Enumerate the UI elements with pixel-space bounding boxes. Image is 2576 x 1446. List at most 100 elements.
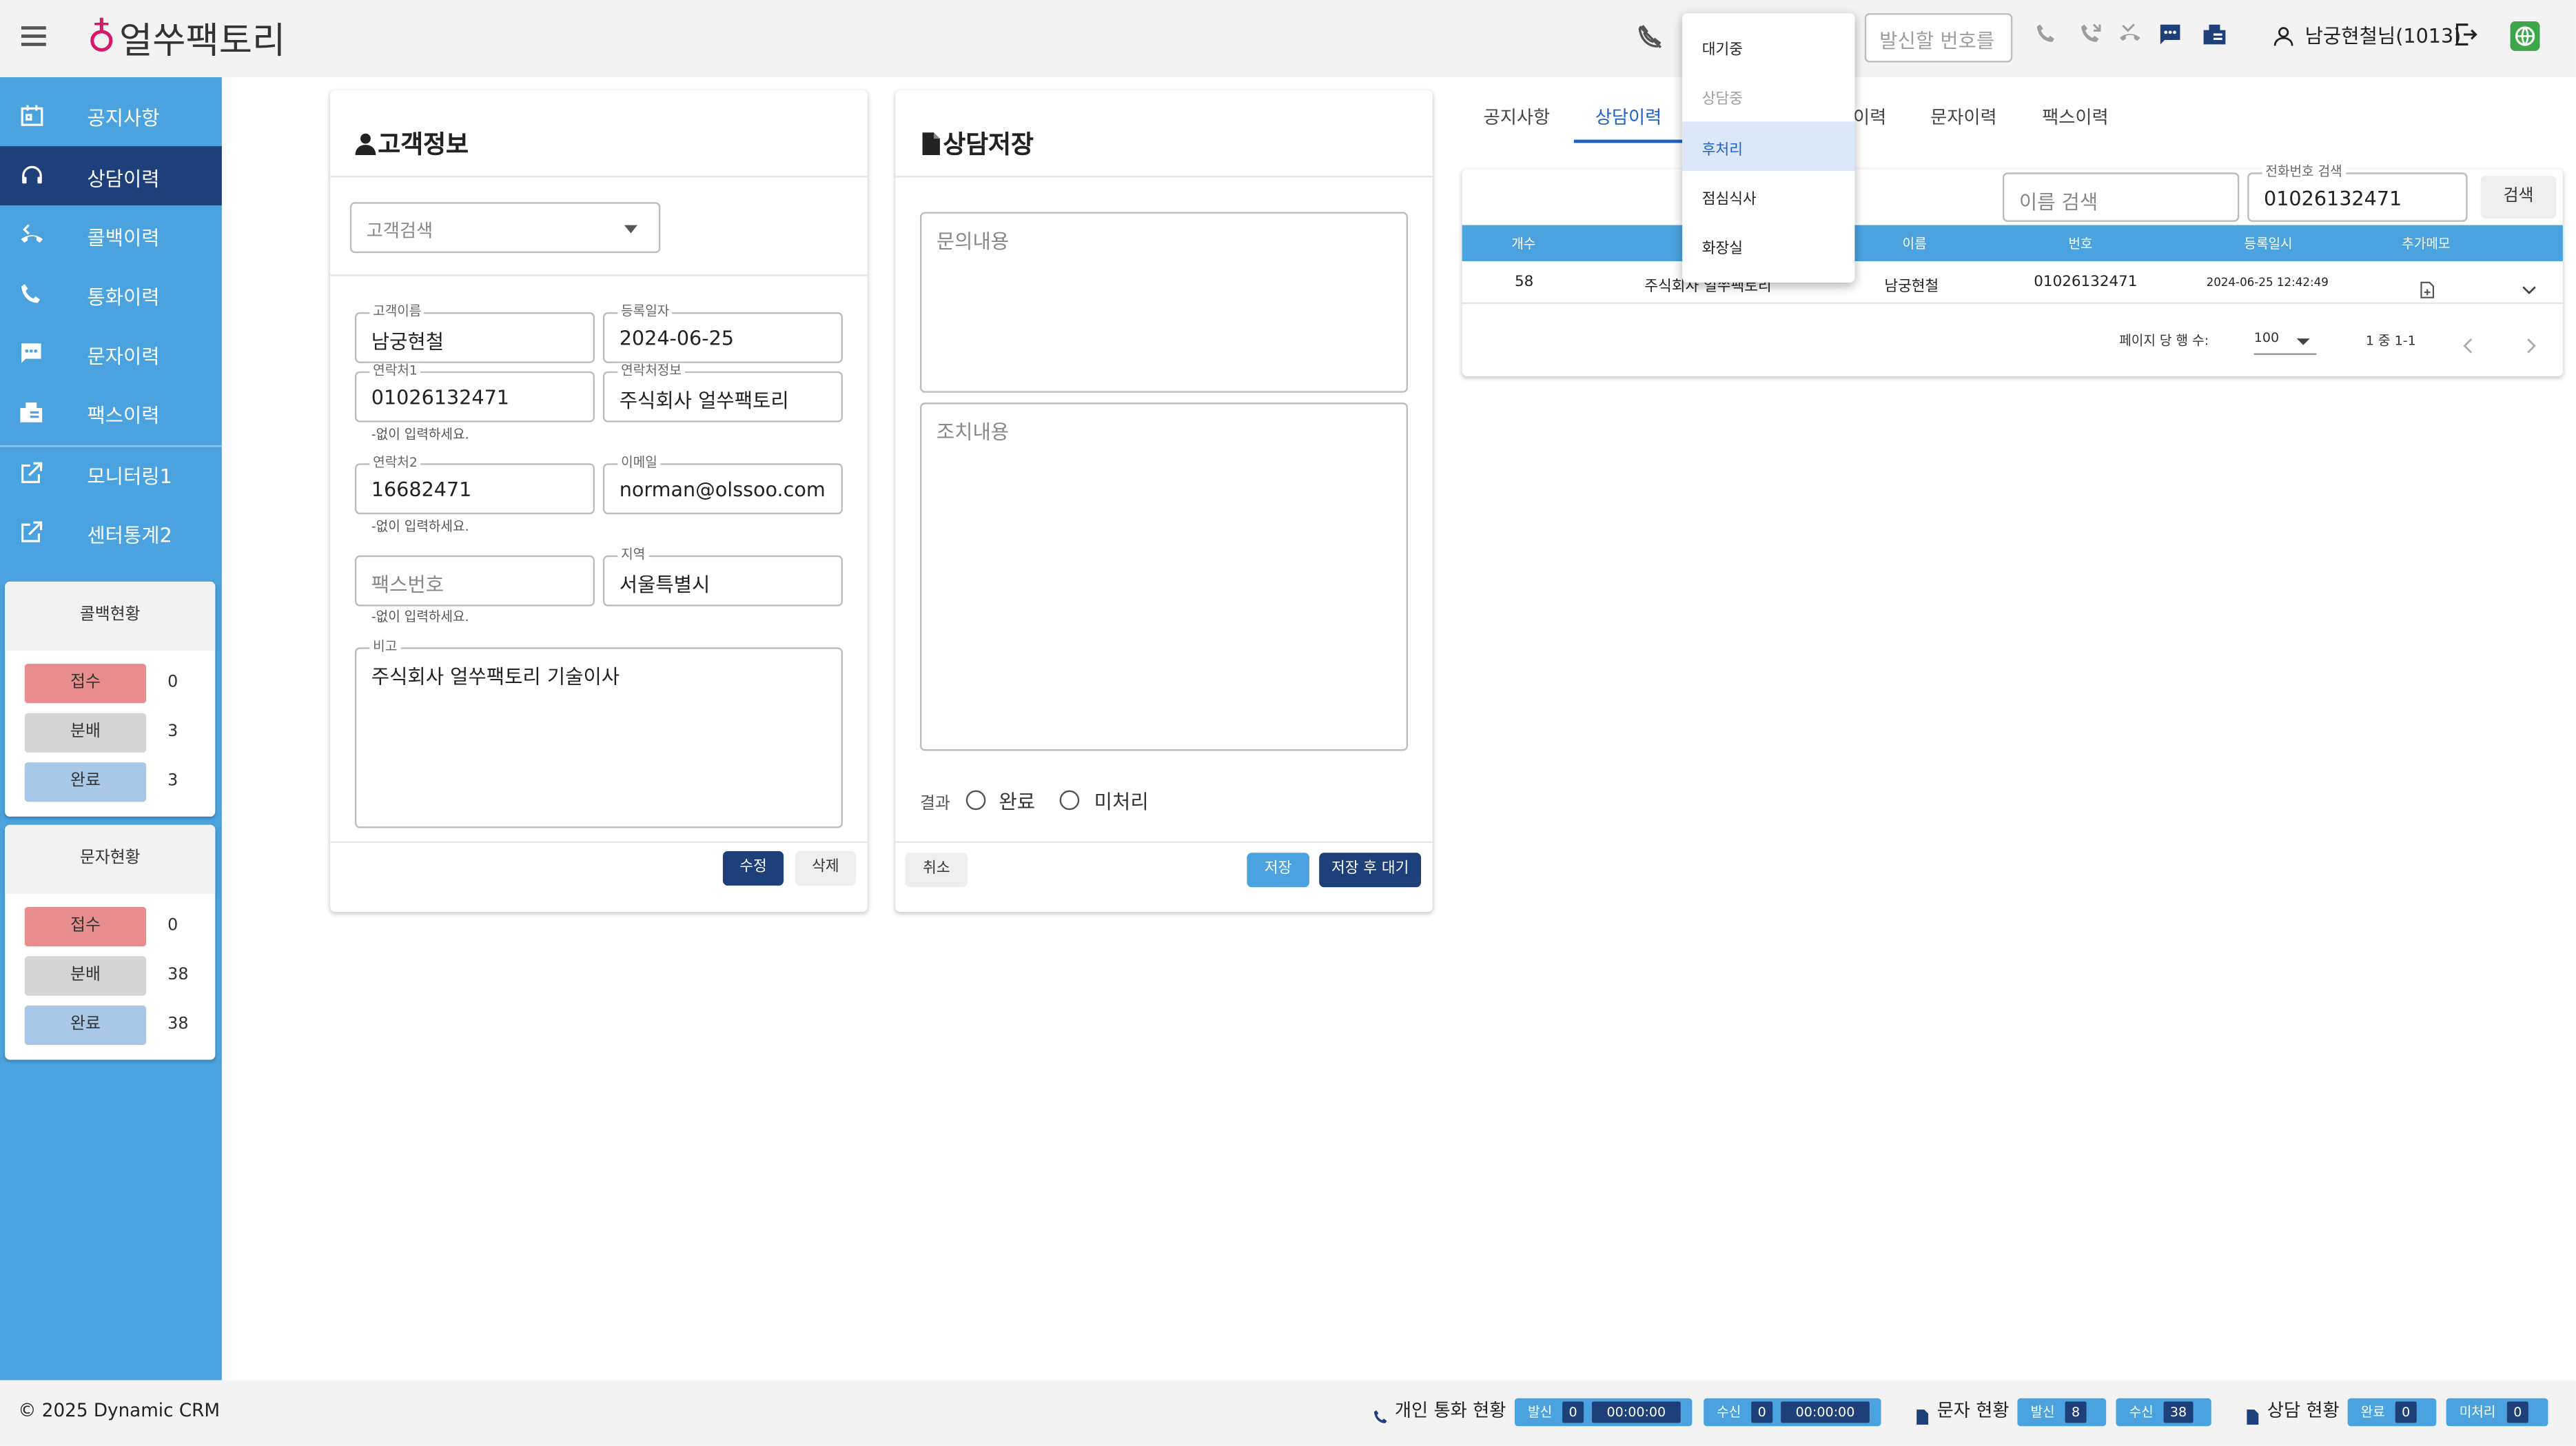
status-dropdown-menu: 대기중 상담중 후처리 점심식사 화장실	[1682, 13, 1855, 283]
callback-row-distributed: 분배 3	[24, 713, 205, 753]
column-header[interactable]: 개수	[1511, 235, 1535, 253]
result-pending-label[interactable]: 미처리	[1094, 787, 1149, 815]
phone-icon	[18, 281, 48, 307]
next-page-icon[interactable]	[2522, 330, 2539, 361]
sms-status-panel: 문자현황 접수 0 분배 38 완료 38	[5, 824, 216, 1060]
fax-icon[interactable]	[2201, 21, 2227, 54]
sidebar-item-fax-history[interactable]: 팩스이력	[0, 383, 222, 442]
chip-count: 0	[2395, 1401, 2417, 1423]
helper-text: -없이 입력하세요.	[371, 427, 469, 442]
field-label: 지역	[617, 547, 649, 564]
note-field[interactable]: 비고 주식회사 얼쑤팩토리 기술이사	[354, 639, 843, 828]
chip-count: 0	[2506, 1401, 2528, 1423]
name-field[interactable]: 고객이름 남궁현철	[354, 304, 595, 363]
sidebar-item-label: 상담이력	[87, 167, 160, 191]
status-badge[interactable]: 완료	[24, 762, 147, 802]
prev-page-icon[interactable]	[2460, 330, 2477, 361]
page-title: 상담저장	[943, 130, 1034, 160]
result-done-label[interactable]: 완료	[999, 787, 1035, 815]
menu-item-after-work[interactable]: 후처리	[1682, 121, 1855, 171]
save-button[interactable]: 저장	[1247, 853, 1309, 888]
result-pending-radio[interactable]	[1059, 790, 1080, 811]
rows-per-page-label: 페이지 당 행 수:	[2119, 333, 2209, 349]
status-badge[interactable]: 분배	[24, 956, 147, 996]
logout-icon[interactable]	[2453, 21, 2479, 54]
rows-per-page-select[interactable]: 100	[2253, 330, 2317, 355]
web-icon[interactable]	[2510, 21, 2540, 51]
sidebar-item-notice[interactable]: 공지사항	[0, 85, 222, 145]
name-search-input[interactable]: 이름 검색	[2002, 172, 2240, 222]
save-and-wait-button[interactable]: 저장 후 대기	[1319, 853, 1422, 888]
field-placeholder: 조치내용	[936, 420, 1010, 444]
tab-consult-history[interactable]: 상담이력	[1595, 103, 1662, 130]
chip-label: 미처리	[2459, 1405, 2496, 1420]
field-value: 16682471	[371, 478, 472, 502]
menu-icon[interactable]	[21, 26, 46, 48]
search-button[interactable]: 검색	[2480, 176, 2557, 219]
callback-status-panel: 콜백현황 접수 0 분배 3 완료 3	[5, 581, 216, 817]
cell-name: 남궁현철	[1884, 279, 1939, 296]
tab-sms-history[interactable]: 문자이력	[1930, 103, 1997, 130]
column-header[interactable]: 추가메모	[2402, 235, 2450, 253]
status-count: 0	[167, 917, 178, 935]
tab-history-partial[interactable]: 이력	[1853, 103, 1886, 130]
add-note-icon[interactable]	[2418, 274, 2436, 305]
field-value: norman@olssoo.com	[619, 478, 826, 502]
sidebar-item-label: 콜백이력	[87, 226, 160, 250]
phone-missed-icon[interactable]	[2118, 21, 2143, 52]
phone-icon[interactable]	[2034, 21, 2058, 52]
outgoing-call-chip: 발신 0 00:00:00	[1514, 1398, 1693, 1427]
sidebar-item-center-stats[interactable]: 센터통계2	[0, 502, 222, 562]
sms-icon[interactable]	[2157, 21, 2183, 54]
sidebar-item-callback-history[interactable]: 콜백이력	[0, 205, 222, 265]
status-badge[interactable]: 완료	[24, 1005, 147, 1046]
menu-item-lunch[interactable]: 점심식사	[1682, 171, 1854, 221]
contact-info-field[interactable]: 연락처정보 주식회사 얼쑤팩토리	[602, 363, 843, 422]
person-icon	[2272, 23, 2295, 54]
delete-button[interactable]: 삭제	[795, 851, 857, 886]
field-label: 연락처2	[369, 455, 421, 472]
table-row[interactable]: 58 주식회사 얼쑤팩토리 남궁현철 01026132471 2024-06-2…	[1462, 261, 2563, 305]
column-header[interactable]: 번호	[2068, 235, 2092, 253]
field-placeholder: 팩스번호	[371, 573, 444, 597]
customer-search-select[interactable]: 고객검색	[349, 202, 661, 254]
phone-forward-icon[interactable]	[2078, 21, 2103, 52]
app-logo[interactable]: ♁ 얼쑤팩토리	[87, 14, 285, 62]
status-badge[interactable]: 분배	[24, 713, 147, 753]
cell-count: 58	[1514, 274, 1534, 291]
tab-fax-history[interactable]: 팩스이력	[2042, 103, 2109, 130]
field-value: 서울특별시	[619, 573, 711, 597]
inquiry-textarea[interactable]: 문의내용	[919, 212, 1409, 393]
status-count: 3	[167, 722, 178, 742]
column-header[interactable]: 이름	[1903, 235, 1927, 253]
sidebar-item-call-history[interactable]: 통화이력	[0, 265, 222, 324]
outbound-number-input[interactable]: 발신할 번호를	[1864, 13, 2013, 63]
footer-status-bar: © 2025 Dynamic CRM 개인 통화 현황 발신 0 00:00:0…	[0, 1380, 2576, 1446]
phone-search-input[interactable]: 전화번호 검색 01026132471	[2247, 164, 2468, 222]
menu-item-waiting[interactable]: 대기중	[1682, 21, 1854, 71]
tab-notice[interactable]: 공지사항	[1484, 103, 1551, 130]
column-header[interactable]: 등록일시	[2244, 235, 2292, 253]
result-done-radio[interactable]	[965, 790, 986, 811]
contact1-field[interactable]: 연락처1 01026132471	[354, 363, 595, 422]
sms-icon	[18, 340, 48, 366]
cancel-button[interactable]: 취소	[905, 853, 968, 888]
fax-field[interactable]: 팩스번호	[354, 555, 595, 607]
email-field[interactable]: 이메일 norman@olssoo.com	[602, 455, 843, 515]
field-label: 이메일	[617, 455, 661, 472]
menu-item-restroom[interactable]: 화장실	[1682, 220, 1854, 269]
expand-chevron-icon[interactable]	[2520, 274, 2538, 305]
status-badge[interactable]: 접수	[24, 664, 147, 704]
action-textarea[interactable]: 조치내용	[919, 403, 1409, 751]
contact2-field[interactable]: 연락처2 16682471	[354, 455, 595, 515]
region-field[interactable]: 지역 서울특별시	[602, 547, 843, 607]
helper-text: -없이 입력하세요.	[371, 609, 469, 624]
chip-count: 38	[2163, 1401, 2194, 1423]
regdate-field[interactable]: 등록일자 2024-06-25	[602, 304, 843, 363]
status-badge[interactable]: 접수	[24, 906, 147, 947]
phone-disabled-icon[interactable]	[1636, 23, 1664, 57]
sidebar-item-sms-history[interactable]: 문자이력	[0, 324, 222, 383]
sidebar-item-monitoring[interactable]: 모니터링1	[0, 444, 222, 503]
sidebar-item-consult-history[interactable]: 상담이력	[0, 146, 222, 205]
edit-button[interactable]: 수정	[722, 851, 784, 886]
